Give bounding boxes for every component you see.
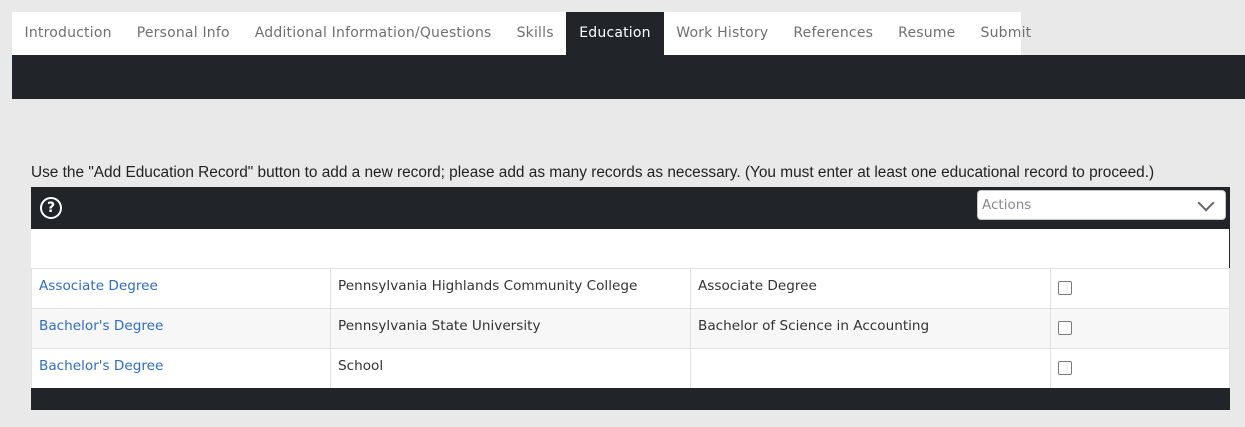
question-circle-icon[interactable]: ? — [40, 197, 62, 219]
school-cell: School — [330, 349, 690, 388]
tab-education[interactable]: Education — [566, 12, 664, 55]
row-select-checkbox[interactable] — [1058, 361, 1072, 375]
grid-toolbar: ? Actions — [31, 187, 1230, 229]
degree-link[interactable]: Bachelor's Degree — [39, 358, 163, 374]
table-row: Associate Degree Pennsylvania Highlands … — [31, 268, 1230, 308]
tab-work-history[interactable]: Work History — [664, 12, 781, 55]
row-select-checkbox[interactable] — [1058, 281, 1072, 295]
degree-cell: Bachelor's Degree — [31, 309, 330, 348]
tab-references[interactable]: References — [781, 12, 886, 55]
instructions-text: Use the "Add Education Record" button to… — [31, 164, 1155, 181]
grid-footer — [31, 388, 1230, 410]
program-cell — [690, 349, 1050, 388]
chevron-down-icon — [1197, 194, 1215, 212]
table-row: Bachelor's Degree Pennsylvania State Uni… — [31, 308, 1230, 348]
tab-additional-information[interactable]: Additional Information/Questions — [242, 12, 504, 55]
grid-header-row — [31, 229, 1230, 268]
degree-link[interactable]: Bachelor's Degree — [39, 318, 163, 334]
tab-resume[interactable]: Resume — [886, 12, 968, 55]
school-cell: Pennsylvania State University — [330, 309, 690, 348]
actions-dropdown-label: Actions — [982, 197, 1032, 213]
degree-link[interactable]: Associate Degree — [39, 278, 158, 294]
school-cell: Pennsylvania Highlands Community College — [330, 269, 690, 308]
degree-cell: Bachelor's Degree — [31, 349, 330, 388]
select-cell — [1050, 349, 1230, 388]
education-grid: ? Actions Associate Degree Pennsylvania … — [31, 187, 1230, 410]
tab-personal-info[interactable]: Personal Info — [124, 12, 242, 55]
step-tabs: Introduction Personal Info Additional In… — [12, 12, 1031, 55]
select-cell — [1050, 269, 1230, 308]
tab-submit[interactable]: Submit — [968, 12, 1044, 55]
table-row: Bachelor's Degree School — [31, 348, 1230, 388]
section-banner — [12, 55, 1245, 99]
tab-introduction[interactable]: Introduction — [12, 12, 124, 55]
select-cell — [1050, 309, 1230, 348]
program-cell: Bachelor of Science in Accounting — [690, 309, 1050, 348]
degree-cell: Associate Degree — [31, 269, 330, 308]
row-select-checkbox[interactable] — [1058, 321, 1072, 335]
actions-dropdown[interactable]: Actions — [977, 190, 1226, 220]
tab-skills[interactable]: Skills — [504, 12, 566, 55]
program-cell: Associate Degree — [690, 269, 1050, 308]
